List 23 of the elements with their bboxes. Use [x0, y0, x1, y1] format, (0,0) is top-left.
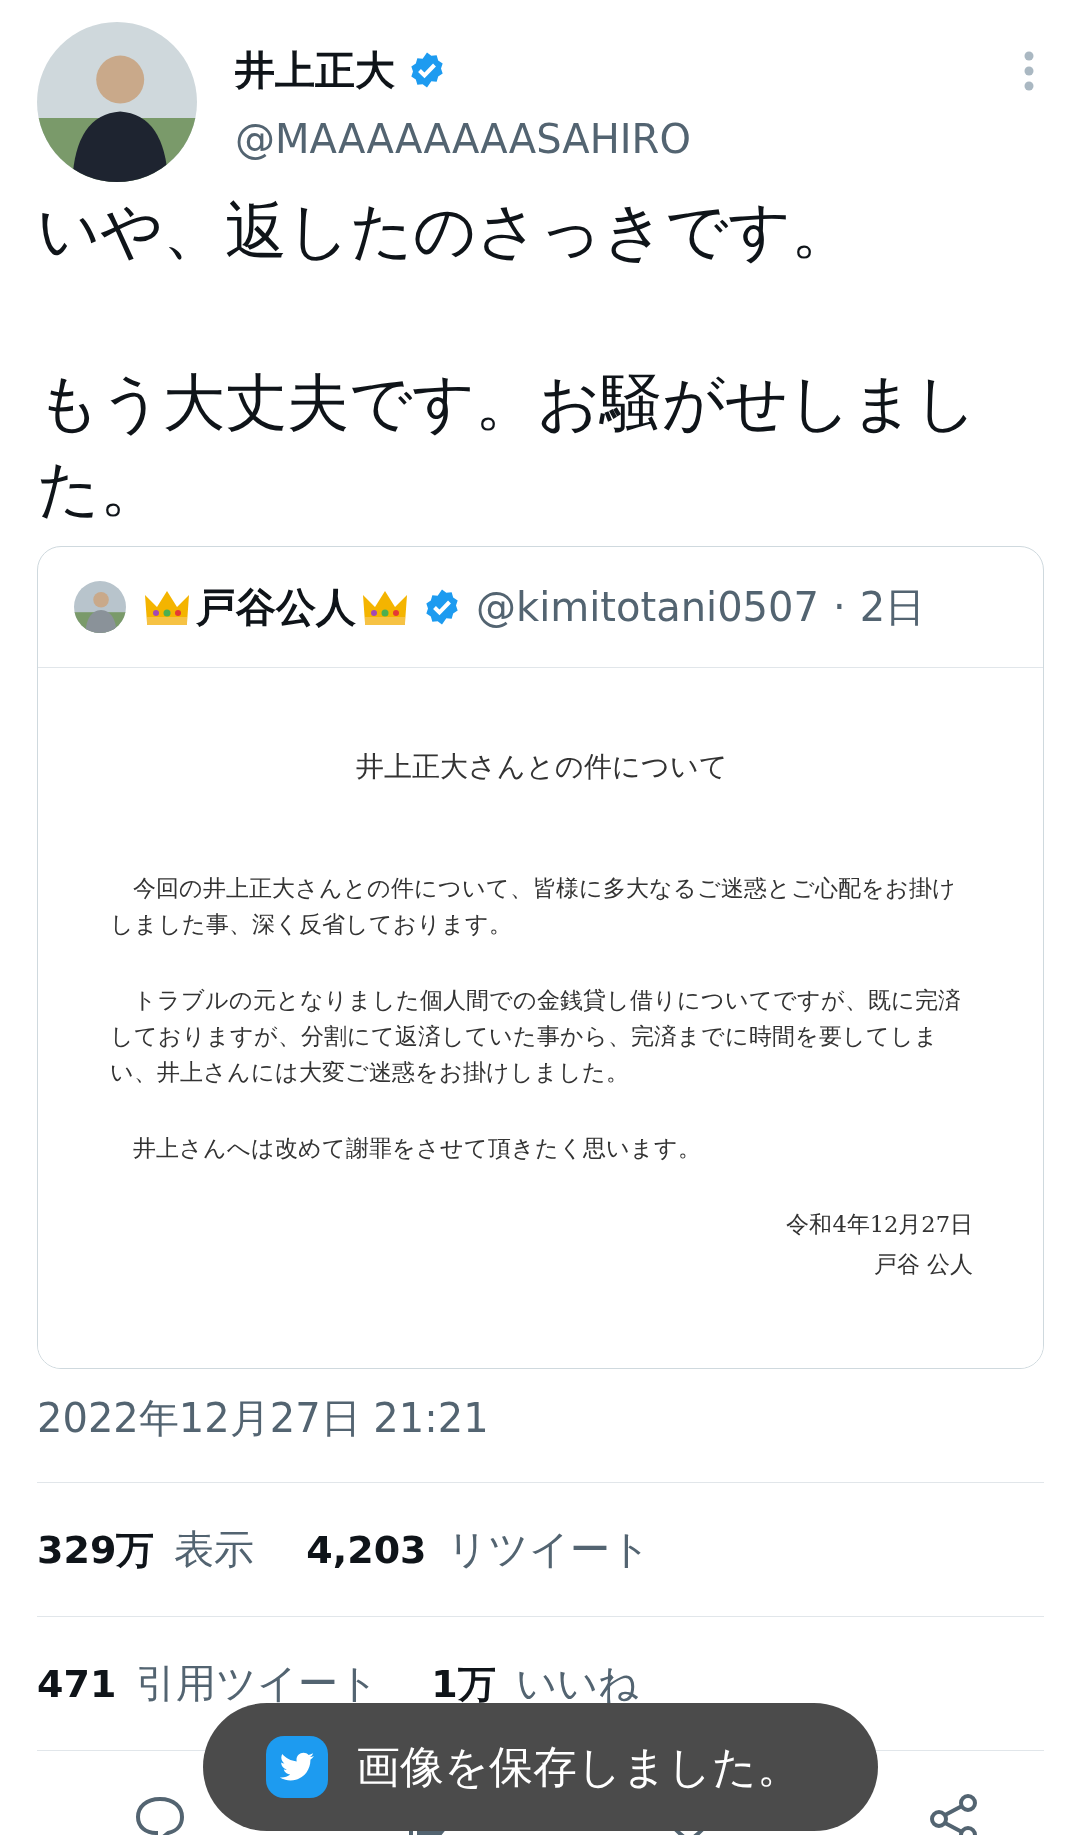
toast-message: 画像を保存しました。: [356, 1739, 801, 1794]
bird-app-icon: [266, 1736, 328, 1798]
author-handle: @MAAAAAAAASAHIRO: [235, 115, 692, 162]
document-title: 井上正大さんとの件について: [354, 749, 729, 785]
stat-text: 329万 表示: [37, 1525, 255, 1574]
author-name: 井上正大: [235, 45, 395, 95]
separator-dot: ·: [832, 584, 846, 630]
stat-text: 4,203 リツイート: [306, 1525, 651, 1574]
stat-text: 471 引用ツイート: [37, 1659, 380, 1708]
tweet-age: 2日: [859, 582, 926, 632]
tweet-text: もう大丈夫です。お騒がせしました。: [37, 365, 978, 527]
stat-text: 1万 いいね: [431, 1659, 639, 1708]
quoted-tweet-card[interactable]: [37, 546, 1044, 1369]
document-paragraph: 井上さんへは改めて謝罪をさせて頂きたく思います。: [131, 1134, 702, 1163]
avatar: [74, 581, 126, 633]
quoted-author-handle: @kimitotani0507: [476, 584, 819, 630]
tweet-timestamp: 2022年12月27日 21:21: [36, 1394, 490, 1443]
document-date: 令和4年12月27日: [785, 1210, 973, 1239]
document-signature: 戸谷 公人: [872, 1250, 973, 1279]
tweet-text: いや、返したのさっきです。: [37, 193, 854, 269]
document-paragraph: 今回の井上正大さんとの件について、皆様に多大なるご迷惑とご心配をお掛けしました事、深く反省しております。: [110, 874, 957, 939]
quoted-author-name: 戸谷公人: [196, 582, 356, 632]
document-paragraph: トラブルの元となりました個人間での金銭貸し借りについてですが、既に完済しておりますが、分割にて返済していた事から、完済までに時間を要してしまい、井上さんには大変ご迷惑をお掛けしました。: [110, 986, 962, 1087]
